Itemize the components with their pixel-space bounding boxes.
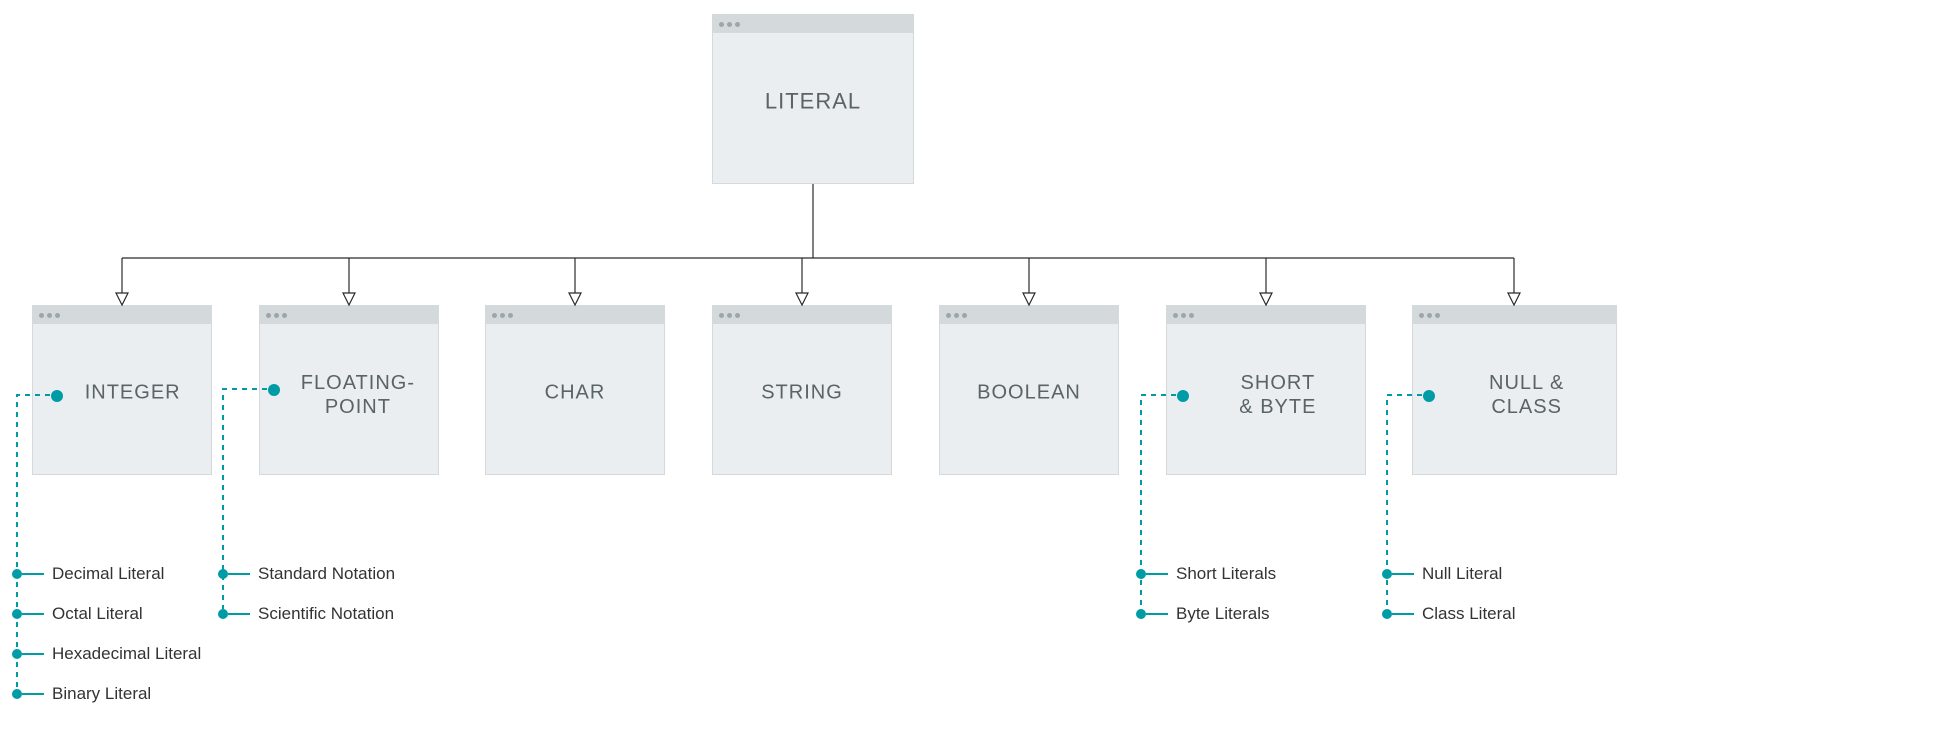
node-floating-point-label: FLOATING- POINT <box>301 371 415 419</box>
sub-item-label: Decimal Literal <box>52 564 164 584</box>
node-short-byte: SHORT & BYTE <box>1166 305 1366 475</box>
bullet-icon <box>12 569 22 579</box>
connector-icon <box>228 573 250 575</box>
sub-item: Scientific Notation <box>218 604 394 624</box>
sub-item-label: Null Literal <box>1422 564 1502 584</box>
node-integer-label: INTEGER <box>85 380 181 404</box>
window-titlebar-icon <box>486 306 664 324</box>
bullet-icon <box>218 609 228 619</box>
bullet-icon <box>1136 609 1146 619</box>
node-null-class-label: NULL & CLASS <box>1482 371 1571 419</box>
node-floating-point: FLOATING- POINT <box>259 305 439 475</box>
bullet-icon <box>1177 390 1189 402</box>
node-char: CHAR <box>485 305 665 475</box>
bullet-icon <box>1382 609 1392 619</box>
node-root-label: LITERAL <box>765 88 861 114</box>
sub-item-label: Binary Literal <box>52 684 151 704</box>
bullet-icon <box>12 609 22 619</box>
node-root: LITERAL <box>712 14 914 184</box>
sub-item: Octal Literal <box>12 604 143 624</box>
window-titlebar-icon <box>1413 306 1616 324</box>
node-boolean-label: BOOLEAN <box>977 380 1081 404</box>
sub-item-label: Byte Literals <box>1176 604 1270 624</box>
sub-item: Standard Notation <box>218 564 395 584</box>
bullet-icon <box>51 390 63 402</box>
sub-item: Byte Literals <box>1136 604 1270 624</box>
window-titlebar-icon <box>1167 306 1365 324</box>
sub-item-label: Standard Notation <box>258 564 395 584</box>
connector-icon <box>22 573 44 575</box>
connector-icon <box>1146 613 1168 615</box>
bullet-icon <box>1136 569 1146 579</box>
connector-icon <box>1392 613 1414 615</box>
window-titlebar-icon <box>33 306 211 324</box>
connector-icon <box>22 653 44 655</box>
sub-item: Class Literal <box>1382 604 1516 624</box>
connector-icon <box>1146 573 1168 575</box>
window-titlebar-icon <box>260 306 438 324</box>
connector-icon <box>1392 573 1414 575</box>
sub-item-label: Scientific Notation <box>258 604 394 624</box>
sub-item: Short Literals <box>1136 564 1276 584</box>
sub-item-label: Class Literal <box>1422 604 1516 624</box>
sub-item: Hexadecimal Literal <box>12 644 201 664</box>
sub-item: Binary Literal <box>12 684 151 704</box>
sub-item-label: Octal Literal <box>52 604 143 624</box>
node-string-label: STRING <box>761 380 843 404</box>
connector-icon <box>22 693 44 695</box>
sub-item: Null Literal <box>1382 564 1502 584</box>
window-titlebar-icon <box>713 306 891 324</box>
node-integer: INTEGER <box>32 305 212 475</box>
sub-item: Decimal Literal <box>12 564 164 584</box>
window-titlebar-icon <box>940 306 1118 324</box>
sub-item-label: Short Literals <box>1176 564 1276 584</box>
node-char-label: CHAR <box>545 380 606 404</box>
node-null-class: NULL & CLASS <box>1412 305 1617 475</box>
connector-icon <box>228 613 250 615</box>
window-titlebar-icon <box>713 15 913 33</box>
bullet-icon <box>218 569 228 579</box>
bullet-icon <box>12 689 22 699</box>
bullet-icon <box>268 384 280 396</box>
bullet-icon <box>1423 390 1435 402</box>
connector-icon <box>22 613 44 615</box>
node-short-byte-label: SHORT & BYTE <box>1234 371 1321 419</box>
bullet-icon <box>1382 569 1392 579</box>
sub-item-label: Hexadecimal Literal <box>52 644 201 664</box>
bullet-icon <box>12 649 22 659</box>
node-boolean: BOOLEAN <box>939 305 1119 475</box>
node-string: STRING <box>712 305 892 475</box>
